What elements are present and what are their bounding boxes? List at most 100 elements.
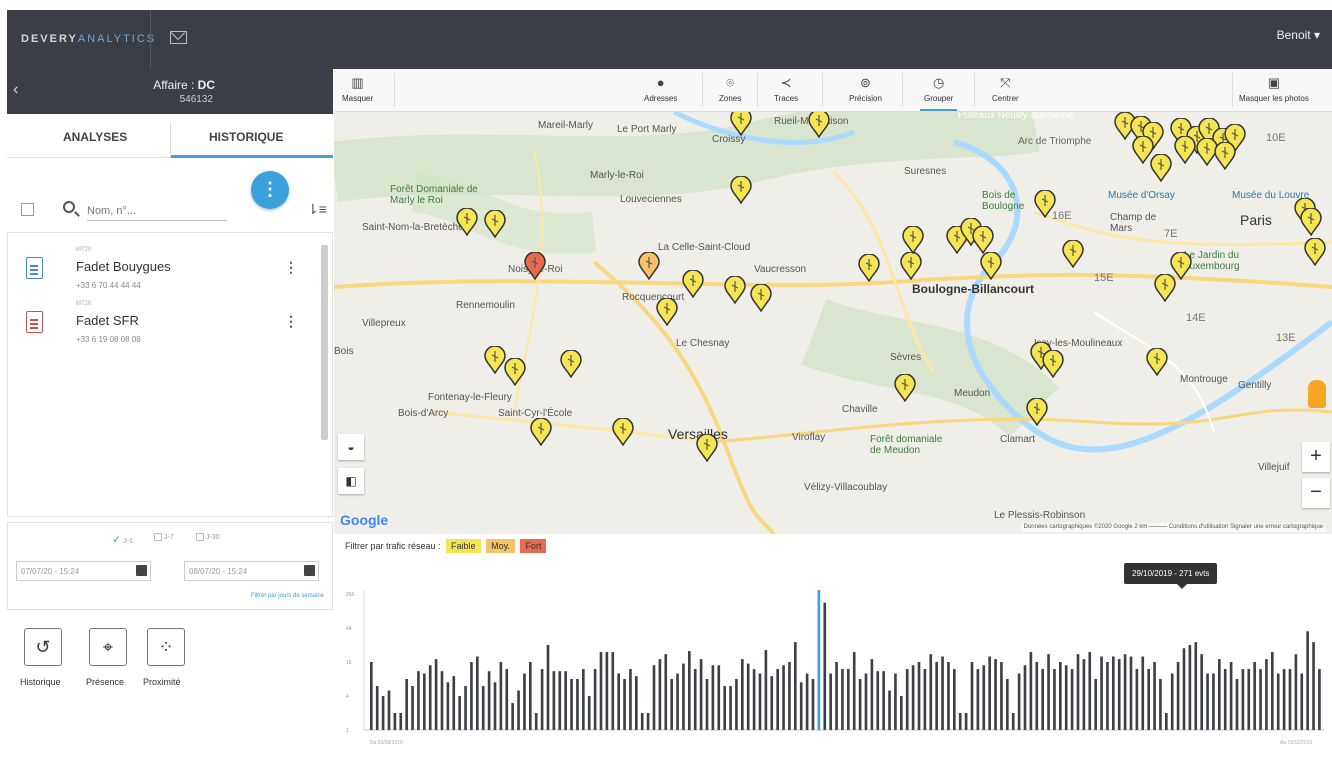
timeline-bar[interactable]: [1218, 659, 1221, 730]
map-marker[interactable]: [1026, 398, 1048, 426]
traffic-faible-button[interactable]: Faible: [446, 539, 481, 553]
map-marker[interactable]: [1174, 136, 1196, 164]
scrollbar[interactable]: [321, 245, 328, 440]
timeline-bar[interactable]: [393, 713, 397, 730]
timeline-bar[interactable]: [1182, 648, 1186, 730]
timeline-bar[interactable]: [387, 690, 391, 730]
timeline-bar[interactable]: [752, 669, 756, 730]
tab-analyses[interactable]: ANALYSES: [63, 130, 127, 144]
select-all-checkbox[interactable]: [21, 203, 34, 216]
timeline-bar[interactable]: [735, 679, 738, 730]
timeline-bar[interactable]: [664, 654, 668, 730]
timeline-bar[interactable]: [923, 669, 927, 730]
timeline-bar[interactable]: [1312, 642, 1315, 730]
timeline-bar[interactable]: [1253, 662, 1256, 730]
toolbar-adresses[interactable]: ● Adresses: [644, 74, 677, 103]
timeline-bar[interactable]: [611, 652, 615, 730]
timeline-bar[interactable]: [1300, 673, 1304, 730]
timeline-bar[interactable]: [652, 665, 656, 730]
timeline-bar[interactable]: [1170, 673, 1174, 730]
map-marker[interactable]: [808, 112, 830, 138]
timeline-bar[interactable]: [629, 669, 632, 730]
timeline-bar[interactable]: [953, 669, 956, 730]
timeline-bar[interactable]: [1294, 654, 1298, 730]
timeline-bar[interactable]: [799, 682, 803, 730]
timeline-bar[interactable]: [523, 673, 526, 730]
timeline-bar[interactable]: [1059, 662, 1062, 730]
timeline-bar[interactable]: [823, 602, 827, 730]
timeline-bar[interactable]: [1047, 654, 1050, 730]
timeline-bar[interactable]: [1276, 673, 1280, 730]
timeline-bar[interactable]: [1194, 642, 1198, 730]
map-marker[interactable]: [894, 374, 916, 402]
timeline-bar[interactable]: [452, 676, 456, 730]
timeline-bar-selected[interactable]: [817, 590, 821, 730]
timeline-bar[interactable]: [458, 696, 461, 730]
timeline-bar[interactable]: [1070, 669, 1074, 730]
map-marker[interactable]: [730, 112, 752, 136]
timeline-bar[interactable]: [399, 713, 403, 730]
timeline-bar[interactable]: [758, 673, 762, 730]
timeline-bar[interactable]: [858, 679, 862, 730]
timeline-bar[interactable]: [929, 654, 933, 730]
timeline-bar[interactable]: [1206, 673, 1209, 730]
timeline-bar[interactable]: [1006, 679, 1009, 730]
map-marker[interactable]: [504, 358, 526, 386]
map-marker[interactable]: [1146, 348, 1168, 376]
map-marker[interactable]: [456, 208, 478, 236]
timeline-bar[interactable]: [788, 662, 791, 730]
map-marker[interactable]: [730, 176, 752, 204]
timeline-bar[interactable]: [1153, 662, 1156, 730]
timeline-bar[interactable]: [1229, 662, 1233, 730]
timeline-bar[interactable]: [570, 679, 573, 730]
timeline-bar[interactable]: [464, 686, 467, 730]
map-marker[interactable]: [530, 418, 552, 446]
timeline-bar[interactable]: [870, 659, 874, 730]
timeline-bar[interactable]: [623, 679, 626, 730]
map-marker[interactable]: [1300, 208, 1322, 236]
timeline-bar[interactable]: [982, 665, 986, 730]
timeline-bar[interactable]: [1159, 679, 1162, 730]
timeline-bar[interactable]: [599, 652, 603, 730]
range-j30[interactable]: J-30: [196, 533, 220, 541]
range-j1[interactable]: ✓ J-1: [112, 533, 133, 546]
timeline-bar[interactable]: [988, 656, 991, 730]
map-marker[interactable]: [484, 346, 506, 374]
timeline-bar[interactable]: [1029, 652, 1033, 730]
list-item[interactable]: MT20 Fadet Bouygues +33 6 70 44 44 44 ⋮: [8, 245, 318, 301]
timeline-bar[interactable]: [970, 662, 974, 730]
timeline-bar[interactable]: [1011, 713, 1015, 730]
map-marker[interactable]: [524, 252, 546, 280]
timeline-bar[interactable]: [705, 679, 709, 730]
timeline-bar[interactable]: [1023, 665, 1027, 730]
traffic-moy-button[interactable]: Moy.: [486, 539, 515, 553]
timeline-bar[interactable]: [658, 659, 662, 730]
mail-icon[interactable]: [170, 31, 187, 44]
map-marker[interactable]: [560, 350, 582, 378]
timeline-bar[interactable]: [635, 676, 638, 730]
timeline-bar[interactable]: [1241, 669, 1245, 730]
item-menu-icon[interactable]: ⋮: [284, 313, 298, 330]
map-marker[interactable]: [1062, 240, 1084, 268]
timeline-bar[interactable]: [964, 713, 968, 730]
user-menu[interactable]: Benoit ▾: [1277, 28, 1320, 42]
timeline-bar[interactable]: [481, 686, 485, 730]
timeline-bar[interactable]: [729, 686, 732, 730]
timeline-bar[interactable]: [1271, 652, 1274, 730]
timeline-bar[interactable]: [511, 703, 514, 730]
proximity-tool-button[interactable]: ⁘: [147, 628, 185, 666]
timeline-bar[interactable]: [1064, 665, 1068, 730]
timeline-bar[interactable]: [1265, 659, 1268, 730]
map-marker[interactable]: [612, 418, 634, 446]
timeline-bar[interactable]: [829, 673, 832, 730]
map-marker[interactable]: [750, 284, 772, 312]
timeline-bar[interactable]: [1117, 659, 1121, 730]
map-marker[interactable]: [1154, 274, 1176, 302]
range-j7[interactable]: J-7: [154, 533, 174, 541]
map-marker[interactable]: [1150, 154, 1172, 182]
timeline-bar[interactable]: [1094, 679, 1097, 730]
map-attribution[interactable]: Données cartographiques ©2020 Google 2 k…: [1020, 523, 1326, 532]
map-marker[interactable]: [724, 276, 746, 304]
map-marker[interactable]: [900, 252, 922, 280]
timeline-bar[interactable]: [552, 671, 556, 730]
